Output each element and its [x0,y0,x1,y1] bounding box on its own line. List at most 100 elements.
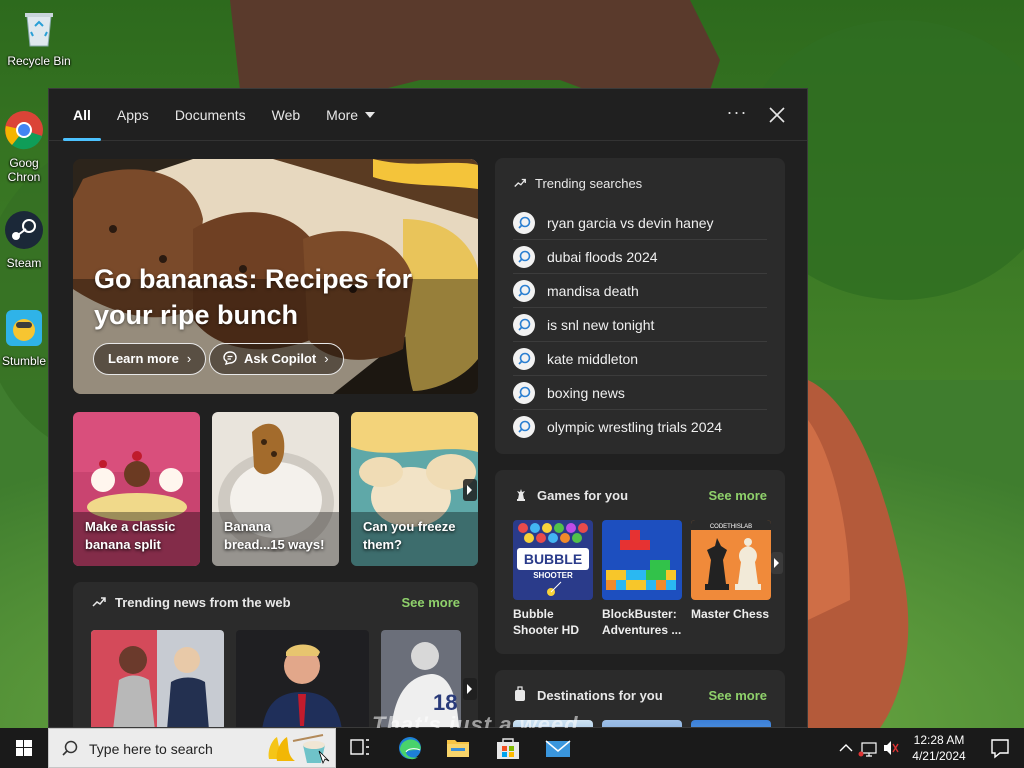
start-button[interactable] [0,728,48,768]
trending-news-section: Trending news from the web See more 18 [73,582,478,727]
trending-search-text: olympic wrestling trials 2024 [547,419,723,435]
tab-all[interactable]: All [63,89,101,141]
chat-bubble-icon [223,351,237,365]
news-image-1[interactable] [91,630,224,727]
trending-search-text: ryan garcia vs devin haney [547,215,714,231]
steam-desktop-icon[interactable]: Steam [0,208,48,270]
edge-icon [399,737,421,760]
trending-search-text: boxing news [547,385,625,401]
clock-time: 12:28 AM [913,733,965,747]
trending-news-see-more[interactable]: See more [401,595,460,610]
trending-searches-title: Trending searches [535,176,643,191]
master-chess-thumbnail: CODETHISLAB [691,520,771,600]
search-icon [62,740,78,756]
file-explorer-taskbar-button[interactable] [434,728,482,768]
games-see-more[interactable]: See more [708,488,767,503]
destinations-title: Destinations for you [537,688,663,703]
destination-thumb-2[interactable] [602,720,682,727]
games-section: Games for you See more BUBBLE SHOOTER Bub… [495,470,785,654]
chevron-right-icon [467,485,472,495]
search-icon [513,246,535,268]
trending-search-text: dubai floods 2024 [547,249,658,265]
more-options-icon[interactable]: ··· [725,103,749,127]
stumble-desktop-icon[interactable]: Stumble [0,306,48,368]
taskbar: Type here to search 12:28 AM 4/21/2024 [0,728,1024,768]
tab-documents[interactable]: Documents [175,89,246,141]
desktop-icon-label: Goog Chron [7,156,41,184]
hero-banner[interactable]: Go bananas: Recipes for your ripe bunch … [73,159,478,394]
close-button[interactable] [765,103,789,127]
recycle-bin-icon[interactable]: Recycle Bin [3,6,75,68]
chevron-right-icon: › [324,351,329,366]
trending-search-item[interactable]: olympic wrestling trials 2024 [513,410,767,444]
svg-text:SHOOTER: SHOOTER [533,571,573,580]
clock[interactable]: 12:28 AM 4/21/2024 [900,732,978,764]
store-taskbar-button[interactable] [484,728,532,768]
tab-apps[interactable]: Apps [117,89,149,141]
tray-icons [839,741,899,757]
volume-icon [884,741,891,755]
destinations-see-more[interactable]: See more [708,688,767,703]
chevron-up-icon [839,744,853,752]
card-caption: Make a classic banana split [85,519,176,552]
trending-search-item[interactable]: ryan garcia vs devin haney [513,206,767,240]
trending-search-item[interactable]: boxing news [513,376,767,410]
mail-taskbar-button[interactable] [534,728,582,768]
mail-icon [545,740,571,757]
trending-icon [92,597,106,607]
tab-more[interactable]: More [326,89,376,141]
tab-label: All [73,106,91,123]
luggage-icon [515,686,525,701]
learn-more-button[interactable]: Learn more › [93,343,207,375]
search-icon [513,416,535,438]
card-caption: Can you freeze them? [363,519,456,552]
trending-icon [514,178,526,187]
edge-taskbar-button[interactable] [386,728,434,768]
chrome-icon [2,108,46,152]
taskbar-search-input[interactable]: Type here to search [48,728,336,768]
tab-label: Documents [174,106,246,123]
card-banana-bread[interactable]: Banana bread...15 ways! [212,412,339,566]
news-next-button[interactable] [463,678,477,700]
trending-searches-section: Trending searches ryan garcia vs devin h… [495,158,785,454]
desktop-icon-label: Stumble [1,354,47,368]
games-next-button[interactable] [771,552,783,574]
news-image-2[interactable] [236,630,369,727]
chevron-right-icon: › [186,351,192,366]
trending-search-text: mandisa death [547,283,639,299]
task-view-icon [350,739,369,755]
task-view-button[interactable] [336,728,384,768]
trending-search-item[interactable]: mandisa death [513,274,767,308]
cards-next-button[interactable] [463,479,477,501]
learn-more-label: Learn more [108,351,179,366]
tab-web[interactable]: Web [272,89,301,141]
folder-icon [447,740,469,757]
trending-news-title: Trending news from the web [115,595,291,610]
ask-copilot-label: Ask Copilot [244,351,317,366]
trending-search-item[interactable]: dubai floods 2024 [513,240,767,274]
trending-search-item[interactable]: is snl new tonight [513,308,767,342]
system-tray [832,728,900,768]
clock-date: 4/21/2024 [912,749,966,763]
windows-logo-icon [16,740,32,756]
notification-icon [991,739,1009,759]
destination-thumb-3[interactable] [691,720,771,727]
desktop-icon-label: Steam [6,256,42,270]
card-banana-split[interactable]: Make a classic banana split [73,412,200,566]
news-photo [236,630,369,727]
card-freeze-bananas[interactable]: Can you freeze them? [351,412,478,566]
trending-search-text: is snl new tonight [547,317,655,333]
svg-text:BUBBLE: BUBBLE [524,551,582,567]
game-master-chess[interactable]: CODETHISLAB Master Chess [691,520,771,622]
tab-label: Apps [116,106,149,123]
stumble-guys-icon [2,306,46,350]
steam-icon [2,208,46,252]
game-bubble-shooter[interactable]: BUBBLE SHOOTER Bubble Shooter HD [513,520,593,638]
game-blockbuster[interactable]: BlockBuster: Adventures ... [602,520,682,638]
trending-search-item[interactable]: kate middleton [513,342,767,376]
notification-center-button[interactable] [976,728,1024,768]
close-icon [769,107,785,123]
search-icon [513,348,535,370]
chrome-desktop-icon[interactable]: Goog Chron [0,108,48,184]
ask-copilot-button[interactable]: Ask Copilot › [209,343,344,375]
